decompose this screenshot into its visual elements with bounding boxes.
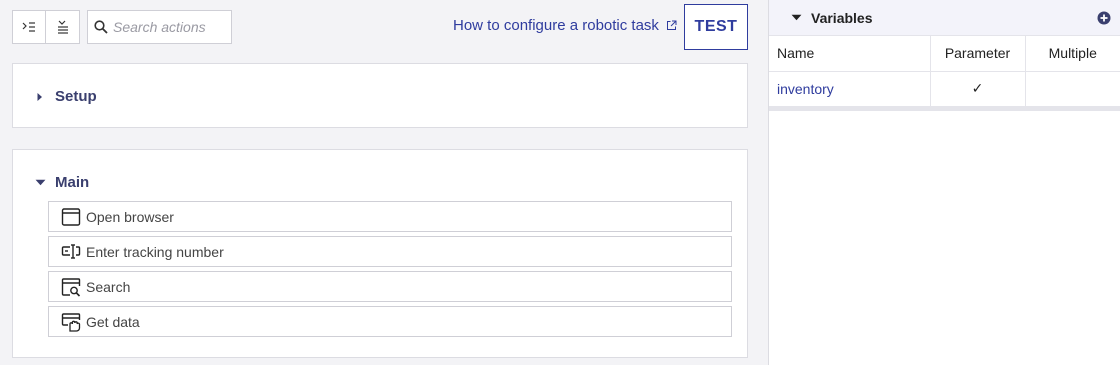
keyboard-input-icon [61, 242, 81, 262]
table-row[interactable]: inventory ✓ [769, 71, 1120, 107]
variables-panel: Variables Name Parameter Multiple invent… [768, 0, 1120, 365]
collapse-all-icon [57, 20, 68, 34]
help-link-label: How to configure a robotic task [453, 17, 659, 34]
action-item-open-browser[interactable]: Open browser [48, 201, 732, 232]
search-window-icon [61, 277, 81, 297]
caret-down-icon [33, 176, 47, 190]
table-divider [769, 106, 1120, 111]
action-label: Enter tracking number [86, 243, 224, 260]
expand-all-button[interactable] [12, 10, 46, 44]
plus-circle-icon[interactable] [1097, 11, 1111, 25]
column-header-multiple[interactable]: Multiple [1025, 36, 1120, 72]
collapse-all-button[interactable] [46, 10, 80, 44]
action-label: Open browser [86, 208, 174, 225]
action-item-get-data[interactable]: Get data [48, 306, 732, 337]
action-label: Search [86, 278, 131, 295]
setup-section-title: Setup [55, 88, 97, 105]
variables-table: Name Parameter Multiple inventory ✓ [769, 36, 1120, 107]
search-input[interactable] [113, 19, 228, 35]
expand-all-icon [22, 22, 35, 32]
browser-window-icon [61, 207, 81, 227]
parameter-check-cell[interactable]: ✓ [930, 71, 1026, 107]
main-section-title: Main [55, 174, 90, 191]
caret-down-icon [791, 14, 802, 21]
action-label: Get data [86, 313, 140, 330]
caret-right-icon [33, 90, 47, 104]
get-data-icon [61, 312, 81, 332]
action-item-search[interactable]: Search [48, 271, 732, 302]
column-header-parameter[interactable]: Parameter [930, 36, 1026, 72]
external-link-icon [666, 20, 677, 30]
variable-name-link[interactable]: inventory [769, 71, 931, 107]
toolbar [12, 10, 232, 44]
action-item-enter-tracking-number[interactable]: Enter tracking number [48, 236, 732, 267]
table-header-row: Name Parameter Multiple [769, 36, 1120, 72]
search-icon [94, 20, 108, 34]
help-link[interactable]: How to configure a robotic task [453, 17, 677, 34]
variables-header[interactable]: Variables [769, 0, 1120, 36]
search-box[interactable] [87, 10, 232, 44]
variables-title: Variables [811, 9, 873, 26]
column-header-name[interactable]: Name [769, 36, 931, 72]
task-editor-panel: How to configure a robotic task TEST Set… [0, 0, 768, 365]
main-section-header[interactable]: Main [33, 174, 89, 191]
main-section: Main Open browser Enter tracking number … [12, 149, 748, 358]
setup-section: Setup [12, 63, 748, 128]
action-list: Open browser Enter tracking number Searc… [48, 201, 732, 341]
multiple-check-cell[interactable] [1025, 71, 1120, 107]
setup-section-header[interactable]: Setup [33, 88, 97, 105]
test-button[interactable]: TEST [684, 4, 748, 50]
